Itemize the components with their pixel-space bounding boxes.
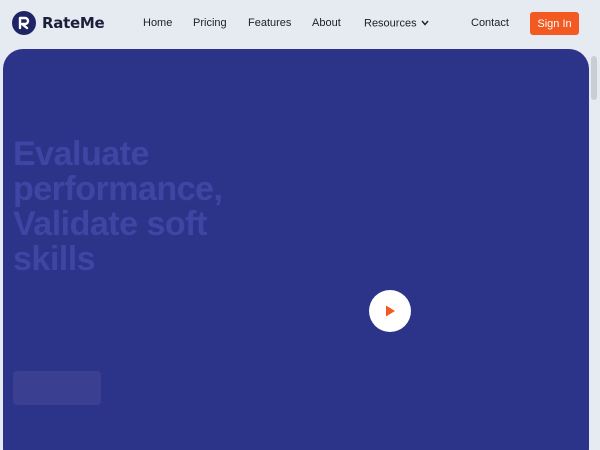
top-navigation: RateMe Home Pricing Features About Resou… — [0, 0, 600, 46]
brand-name: RateMe — [42, 14, 105, 32]
brand-logo[interactable]: RateMe — [12, 11, 105, 35]
play-icon — [386, 305, 395, 317]
play-video-button[interactable] — [369, 290, 411, 332]
nav-resources[interactable]: Resources — [364, 17, 429, 30]
hero-headline: Evaluate performance, Validate soft skil… — [13, 135, 223, 278]
rateme-logo-icon — [12, 11, 36, 35]
hero-section: Evaluate performance, Validate soft skil… — [3, 49, 589, 450]
nav-resources-label: Resources — [364, 17, 417, 30]
hero-cta-button[interactable] — [13, 371, 101, 405]
nav-pricing[interactable]: Pricing — [193, 17, 227, 30]
page-scrollbar-thumb[interactable] — [591, 56, 597, 100]
chevron-down-icon — [421, 17, 429, 30]
page-scrollbar-track[interactable] — [589, 46, 600, 450]
nav-contact[interactable]: Contact — [471, 17, 509, 30]
nav-features[interactable]: Features — [248, 17, 291, 30]
nav-home[interactable]: Home — [143, 17, 172, 30]
nav-about[interactable]: About — [312, 17, 341, 30]
sign-in-button[interactable]: Sign In — [530, 12, 579, 35]
